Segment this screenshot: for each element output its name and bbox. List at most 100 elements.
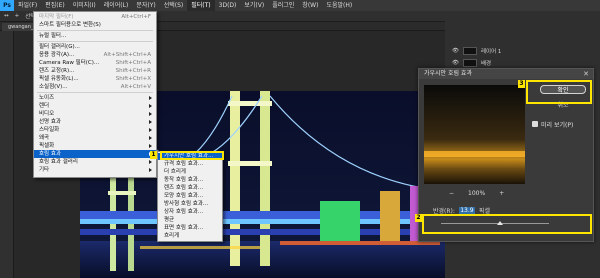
menu-item-label: 소실점(V)...	[39, 84, 68, 90]
filter-menu-item[interactable]: 왜곡	[34, 134, 156, 142]
blur-submenu-item[interactable]: 더 흐리게	[158, 169, 222, 176]
menu-window[interactable]: 창(W)	[298, 0, 322, 11]
zoom-in-icon[interactable]: +	[499, 190, 504, 197]
dialog-title: 가우시안 호림 효과	[419, 69, 593, 79]
blur-submenu-item[interactable]: 동작 호림 효과...	[158, 177, 222, 184]
menu-plugins[interactable]: 플러그인	[268, 0, 298, 11]
filter-menu-item[interactable]: 렌더	[34, 102, 156, 110]
menu-item-shortcut: Shift+Ctrl+X	[115, 76, 151, 82]
filter-menu-item[interactable]: 마지막 필터(F) Alt+Ctrl+F	[34, 13, 156, 21]
menu-help[interactable]: 도움말(H)	[322, 0, 356, 11]
zoom-out-icon[interactable]: −	[449, 190, 454, 197]
menu-item-label: 왜곡	[39, 135, 50, 141]
highlight-box-slider	[422, 214, 592, 234]
menu-item-label: 호림 효과 갤러리	[39, 159, 78, 165]
menu-item-shortcut: Alt+Shift+Ctrl+A	[103, 52, 151, 58]
blur-submenu-item[interactable]: 상자 호림 효과...	[158, 209, 222, 216]
filter-menu-item[interactable]: 소실점(V)... Alt+Ctrl+V	[34, 83, 156, 91]
submenu-arrow-icon	[149, 128, 152, 132]
filter-menu: 마지막 필터(F) Alt+Ctrl+F 스마트 필터용으로 변환(S) 뉴럴 필터.…	[33, 11, 157, 178]
blur-preview-image	[424, 85, 525, 184]
menu-item-label: 픽셀화	[39, 143, 55, 149]
menu-separator	[37, 92, 153, 93]
preview-checkbox[interactable]	[532, 121, 538, 127]
filter-menu-item[interactable]: 선명 효과	[34, 118, 156, 126]
menu-separator	[37, 41, 153, 42]
menu-item-label: 노이즈	[39, 95, 55, 101]
menu-bar: Ps 파일(F) 편집(E) 이미지(I) 레이어(L) 문자(Y) 선택(S)…	[0, 0, 600, 11]
menu-item-shortcut: Alt+Ctrl+F	[121, 14, 151, 20]
blur-submenu-item[interactable]: 방사형 호림 효과...	[158, 201, 222, 208]
filter-menu-item[interactable]: 기타	[34, 166, 156, 174]
menu-item-label: 선명 효과	[39, 119, 61, 125]
submenu-arrow-icon	[149, 112, 152, 116]
filter-menu-item[interactable]: 응용 광각(A)... Alt+Shift+Ctrl+A	[34, 51, 156, 59]
menu-item-label: 호림 효과	[39, 151, 61, 157]
menu-item-label: 응용 광각(A)...	[39, 52, 75, 58]
filter-menu-item[interactable]: 호림 효과	[34, 150, 156, 158]
filter-menu-item[interactable]: 호림 효과 갤러리	[34, 158, 156, 166]
menu-file[interactable]: 파일(F)	[14, 0, 41, 11]
menu-type[interactable]: 문자(Y)	[132, 0, 159, 11]
menu-item-label: 마지막 필터(F)	[39, 14, 74, 20]
filter-menu-item[interactable]: 뉴럴 필터...	[34, 32, 156, 40]
filter-menu-item[interactable]: 비디오	[34, 110, 156, 118]
filter-menu-item[interactable]: 렌즈 교정(R)... Shift+Ctrl+R	[34, 67, 156, 75]
submenu-arrow-icon	[149, 120, 152, 124]
menu-item-label: 스마트 필터용으로 변환(S)	[39, 22, 101, 28]
step-badge-3: 3	[518, 80, 525, 88]
menu-item-label: 비디오	[39, 111, 55, 117]
menu-layer[interactable]: 레이어(L)	[100, 0, 133, 11]
close-icon[interactable]: ✕	[583, 70, 589, 78]
filter-menu-item[interactable]: Camera Raw 필터(C)... Shift+Ctrl+A	[34, 59, 156, 67]
step-badge-2: 2	[415, 214, 422, 222]
menu-filter[interactable]: 필터(T)	[187, 0, 215, 11]
filter-menu-item[interactable]: 스타일화	[34, 126, 156, 134]
submenu-arrow-icon	[149, 144, 152, 148]
menu-view[interactable]: 보기(V)	[240, 0, 268, 11]
submenu-arrow-icon	[149, 96, 152, 100]
preview-window[interactable]	[424, 85, 525, 184]
menu-item-label: 렌즈 교정(R)...	[39, 68, 75, 74]
blur-submenu-item[interactable]: 표면 호림 효과...	[158, 225, 222, 232]
blur-submenu-item[interactable]: 모양 호림 효과...	[158, 193, 222, 200]
photoshop-logo: Ps	[0, 0, 14, 11]
eye-icon[interactable]: 👁	[452, 60, 459, 66]
auto-select-checkbox[interactable]: +	[15, 13, 20, 19]
blur-submenu: 가우시안 호림 효과... 규격 호림 효과... 더 흐리게 동작 호림 효과...…	[157, 151, 223, 242]
menu-item-label: 스타일화	[39, 127, 60, 133]
menu-item-shortcut: Alt+Ctrl+V	[120, 84, 151, 90]
menu-item-label: Camera Raw 필터(C)...	[39, 60, 100, 66]
filter-menu-item[interactable]: 노이즈	[34, 94, 156, 102]
layer-row[interactable]: 👁 배경	[452, 58, 592, 68]
blur-submenu-item[interactable]: 렌즈 호림 효과...	[158, 185, 222, 192]
zoom-level: 100%	[468, 190, 486, 197]
zoom-controls: − 100% +	[449, 190, 509, 197]
step-badge-1: 1	[150, 151, 157, 159]
layer-thumbnail	[462, 47, 477, 55]
filter-menu-item[interactable]: 픽셀화	[34, 142, 156, 150]
menu-item-label: 렌더	[39, 103, 50, 109]
blur-submenu-item[interactable]: 규격 호림 효과...	[158, 161, 222, 168]
eye-icon[interactable]: 👁	[452, 48, 459, 54]
tool-strip	[0, 31, 14, 278]
menu-item-label: 픽셀 유동화(L)...	[39, 76, 79, 82]
layer-row[interactable]: 👁 레이어 1	[452, 46, 592, 56]
menu-separator	[37, 30, 153, 31]
blur-submenu-item[interactable]: 흐리게	[158, 233, 222, 240]
layer-name: 배경	[480, 61, 492, 67]
highlight-box-gaussian	[160, 151, 224, 160]
move-tool-icon[interactable]: ↔	[4, 13, 9, 19]
submenu-arrow-icon	[149, 136, 152, 140]
submenu-arrow-icon	[149, 104, 152, 108]
menu-edit[interactable]: 편집(E)	[41, 0, 69, 11]
highlight-box-ok	[526, 80, 592, 104]
filter-menu-item[interactable]: 스마트 필터용으로 변환(S)	[34, 21, 156, 29]
filter-menu-item[interactable]: 픽셀 유동화(L)... Shift+Ctrl+X	[34, 75, 156, 83]
filter-menu-item[interactable]: 필터 갤러리(G)...	[34, 43, 156, 51]
blur-submenu-item[interactable]: 평균	[158, 217, 222, 224]
menu-3d[interactable]: 3D(D)	[215, 0, 241, 11]
menu-select[interactable]: 선택(S)	[160, 0, 188, 11]
menu-image[interactable]: 이미지(I)	[69, 0, 100, 11]
layer-thumbnail	[462, 59, 477, 67]
